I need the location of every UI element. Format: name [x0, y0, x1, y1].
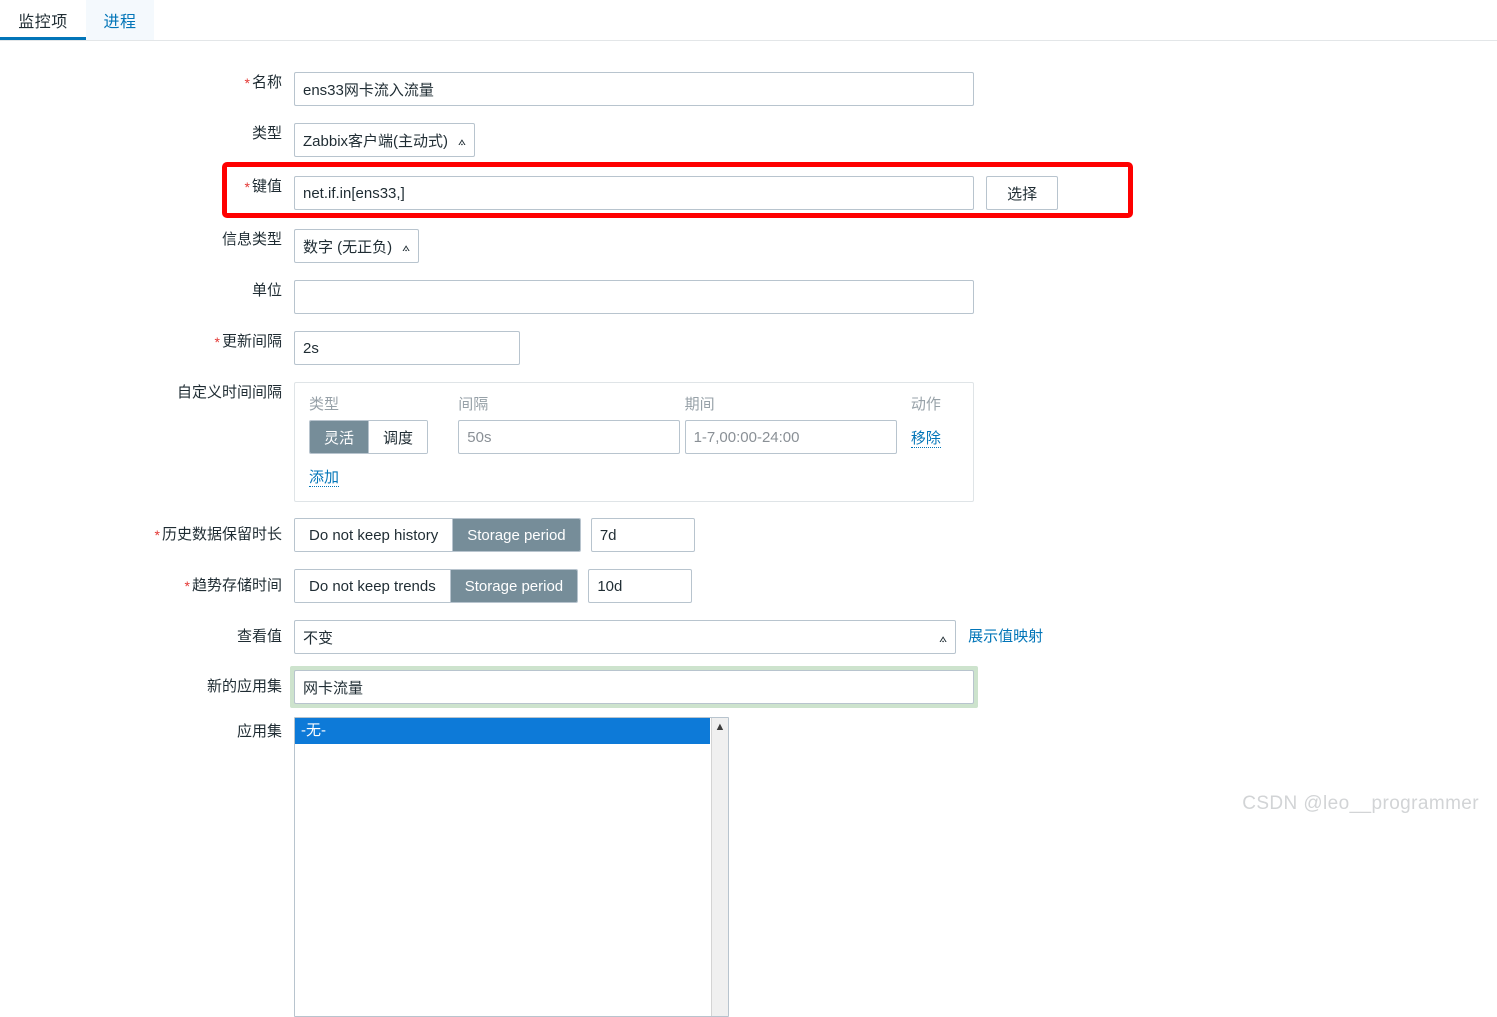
chevron-up-icon[interactable]: ▲ [712, 718, 728, 735]
tab-process-label: 进程 [103, 14, 137, 31]
interval-type-scheduling-button[interactable]: 调度 [369, 421, 428, 453]
custom-intervals-header-action: 动作 [910, 396, 941, 413]
tab-bar: 监控项 进程 [0, 0, 1497, 44]
form-row-key: *键值 选择 [0, 176, 1497, 210]
form-row-name: * 名称 [0, 72, 1497, 106]
form-row-units: 单位 [0, 280, 1497, 314]
interval-type-flexible-button[interactable]: 灵活 [310, 421, 370, 453]
custom-interval-row: 灵活 调度 移除 [309, 420, 959, 454]
chevron-down-icon: ⟑ [939, 629, 947, 645]
form-row-update-interval: * 更新间隔 [0, 331, 1497, 365]
required-marker-history: * [154, 527, 160, 543]
required-marker-key: * [244, 179, 250, 195]
custom-interval-action-cell: 移除 [910, 427, 959, 448]
field-history: Do not keep history Storage period [294, 518, 1497, 552]
label-key: * 键值 [244, 178, 282, 195]
label-type: 类型 [251, 125, 282, 142]
label-new-application: 新的应用集 [206, 678, 282, 695]
label-update-interval: * 更新间隔 [214, 333, 282, 350]
custom-interval-period-input[interactable] [684, 420, 897, 454]
field-key: 选择 [294, 176, 1497, 210]
custom-intervals-header-interval: 间隔 [458, 396, 489, 413]
tab-items[interactable]: 监控项 [0, 0, 86, 41]
required-marker-name: * [244, 75, 250, 91]
custom-intervals-header-type: 类型 [309, 396, 340, 413]
trends-storage-period-button[interactable]: Storage period [450, 570, 578, 602]
new-application-input[interactable] [294, 670, 974, 704]
history-mode-toggle-group: Do not keep history Storage period [294, 518, 581, 552]
trends-mode-toggle-group: Do not keep trends Storage period [294, 569, 579, 603]
applications-listbox[interactable]: -无- ▲ [294, 717, 729, 1017]
value-type-select[interactable]: 数字 (无正负) ⟑ [294, 229, 420, 263]
type-select[interactable]: Zabbix客户端(主动式) ⟑ [294, 123, 475, 157]
form-row-new-application: 新的应用集 [0, 666, 1497, 708]
units-input[interactable] [294, 280, 974, 314]
custom-intervals-header: 类型 间隔 期间 动作 [309, 393, 959, 414]
applications-option-none[interactable]: -无- [295, 718, 710, 744]
custom-interval-type-toggle: 灵活 调度 [309, 420, 458, 454]
trends-storage-period-input[interactable] [588, 569, 693, 603]
required-marker-update-interval: * [214, 334, 220, 350]
field-units [294, 280, 1497, 314]
item-config-form: *名称 类型 Zabbix客户端(主动式) ⟑ *键值 选择 信息类型 [0, 44, 1497, 1017]
label-units: 单位 [251, 282, 282, 299]
form-row-custom-intervals: 自定义时间间隔 类型 间隔 期间 动作 灵活 调度 50s 1-7,00:00-… [0, 382, 1497, 502]
history-storage-period-button[interactable]: Storage period [453, 519, 580, 551]
label-show-value: 查看值 [236, 628, 282, 645]
name-input[interactable] [294, 72, 974, 106]
form-row-trends: * 趋势存储时间 Do not keep trends Storage perio… [0, 569, 1497, 603]
show-value-select-value: 不变 [303, 629, 334, 647]
key-input[interactable] [294, 176, 974, 210]
watermark: CSDN @leo__programmer [1242, 793, 1479, 814]
custom-intervals-box: 类型 间隔 期间 动作 灵活 调度 50s 1-7,00:00-24:00 移除… [294, 382, 974, 502]
field-show-value: 不变 ⟑ 展示值映射 [294, 620, 1497, 654]
custom-interval-add-wrap: 添加 [309, 466, 959, 487]
field-applications: -无- ▲ [294, 717, 1497, 1017]
chevron-down-icon: ⟑ [458, 132, 466, 148]
label-history: * 历史数据保留时长 [154, 526, 282, 543]
label-custom-intervals: 自定义时间间隔 [176, 384, 282, 401]
value-mapping-link[interactable]: 展示值映射 [968, 620, 1043, 654]
form-row-type: 类型 Zabbix客户端(主动式) ⟑ [0, 123, 1497, 157]
trends-do-not-keep-button[interactable]: Do not keep trends [295, 570, 451, 602]
field-custom-intervals: 类型 间隔 期间 动作 灵活 调度 50s 1-7,00:00-24:00 移除… [294, 382, 1497, 502]
history-storage-period-input[interactable] [590, 518, 695, 552]
custom-interval-add-link[interactable]: 添加 [309, 469, 340, 487]
tab-bar-divider [0, 40, 1497, 41]
tab-items-label: 监控项 [18, 14, 68, 31]
interval-type-toggle-group: 灵活 调度 [309, 420, 429, 454]
label-trends: * 趋势存储时间 [184, 577, 282, 594]
key-select-button[interactable]: 选择 [986, 176, 1059, 210]
applications-listbox-scrollbar[interactable]: ▲ [711, 718, 728, 1016]
field-name [294, 72, 1497, 106]
form-row-history: * 历史数据保留时长 Do not keep history Storage pe… [0, 518, 1497, 552]
form-row-show-value: 查看值 不变 ⟑ 展示值映射 [0, 620, 1497, 654]
field-new-application [290, 666, 1497, 708]
field-trends: Do not keep trends Storage period [294, 569, 1497, 603]
show-value-select[interactable]: 不变 ⟑ [294, 620, 956, 654]
history-do-not-keep-button[interactable]: Do not keep history [295, 519, 454, 551]
required-marker-trends: * [184, 578, 190, 594]
type-select-value: Zabbix客户端(主动式) [303, 132, 449, 150]
custom-interval-interval-cell [458, 420, 684, 454]
update-interval-input[interactable] [294, 331, 520, 365]
new-application-focus-ring [290, 666, 978, 708]
field-update-interval [294, 331, 1497, 365]
label-value-type: 信息类型 [221, 231, 282, 248]
field-type: Zabbix客户端(主动式) ⟑ [294, 123, 1497, 157]
label-applications: 应用集 [236, 723, 282, 740]
custom-interval-remove-link[interactable]: 移除 [910, 429, 941, 448]
custom-interval-period-cell [684, 420, 911, 454]
chevron-down-icon: ⟑ [402, 238, 411, 254]
tab-process[interactable]: 进程 [86, 0, 154, 40]
form-row-value-type: 信息类型 数字 (无正负) ⟑ [0, 229, 1497, 263]
form-row-applications: 应用集 -无- ▲ [0, 717, 1497, 1017]
value-type-select-value: 数字 (无正负) [303, 238, 393, 256]
field-value-type: 数字 (无正负) ⟑ [294, 229, 1497, 263]
label-name: * 名称 [244, 74, 282, 91]
custom-intervals-header-period: 期间 [684, 396, 715, 413]
custom-interval-interval-input[interactable] [458, 420, 681, 454]
